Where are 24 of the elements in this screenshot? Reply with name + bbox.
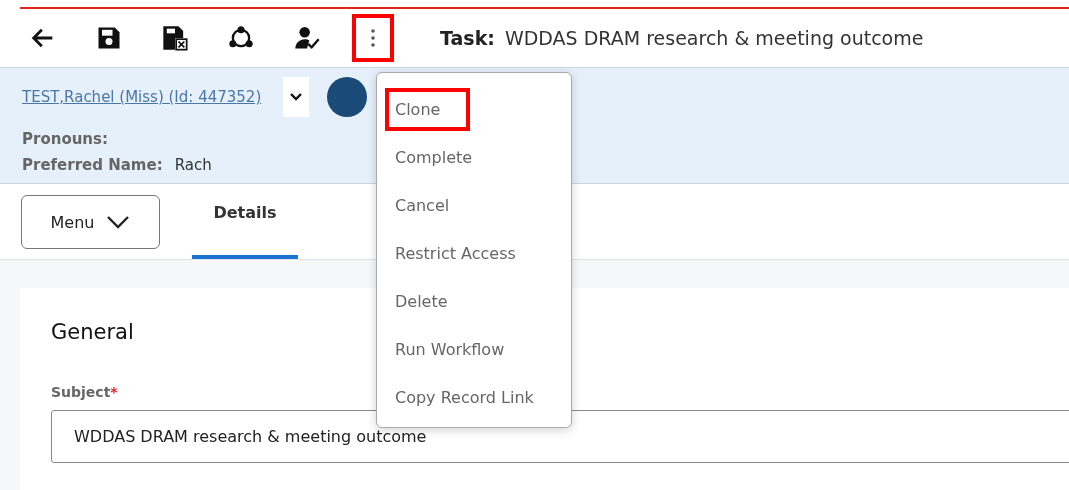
avatar xyxy=(327,77,368,117)
task-title: WDDAS DRAM research & meeting outcome xyxy=(504,27,924,49)
menu-item[interactable]: Run Workflow xyxy=(385,327,535,371)
menu-item[interactable]: Complete xyxy=(385,135,503,179)
menu-button[interactable]: Menu xyxy=(21,195,160,249)
expand-button[interactable] xyxy=(283,77,310,117)
title-label: Task: xyxy=(440,27,495,49)
menu-item[interactable]: Delete xyxy=(385,279,478,323)
person-link[interactable]: TEST,Rachel (Miss) (Id: 447352) xyxy=(22,88,262,106)
more-button[interactable] xyxy=(352,14,394,62)
person-check-icon xyxy=(293,24,321,52)
more-icon xyxy=(370,27,376,49)
section-heading: General xyxy=(51,320,135,344)
chevron-down-icon xyxy=(290,92,303,102)
chevron-down-icon xyxy=(106,215,131,229)
field-label: Pronouns: xyxy=(22,129,108,150)
subject-field[interactable]: WDDAS DRAM research & meeting outcome xyxy=(51,410,1069,463)
menu-item[interactable]: Cancel xyxy=(385,183,480,227)
menu-item[interactable]: Restrict Access xyxy=(385,231,546,275)
field-label: Preferred Name: xyxy=(22,155,163,176)
menu-item[interactable]: Clone xyxy=(385,87,471,131)
field-value: Rach xyxy=(174,155,212,176)
field-label: Subject* xyxy=(51,384,118,400)
save-close-icon xyxy=(161,24,189,52)
